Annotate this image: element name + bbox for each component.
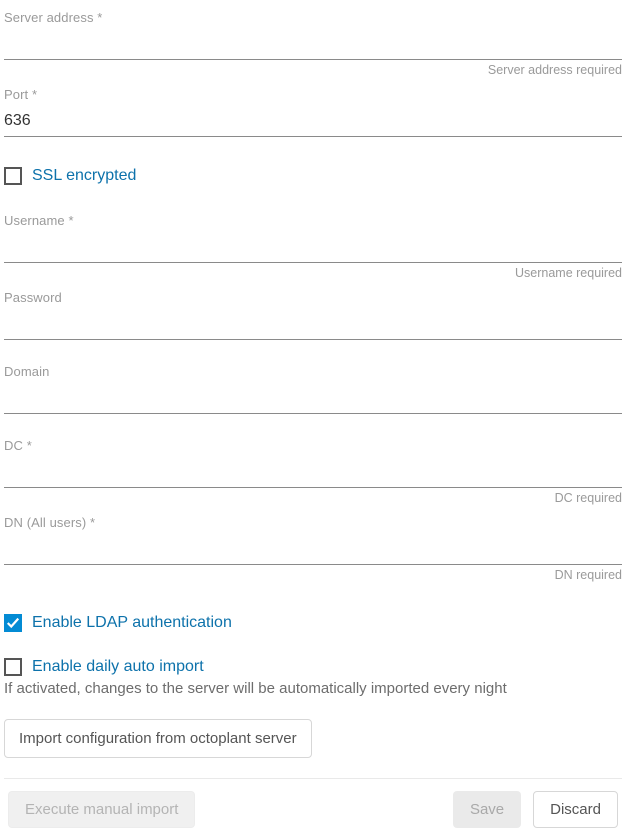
error-dn: DN required bbox=[4, 568, 622, 582]
input-server-address[interactable] bbox=[4, 29, 622, 60]
input-username[interactable] bbox=[4, 232, 622, 263]
field-server-address: Server address * Server address required bbox=[4, 10, 622, 77]
checkbox-enable-ldap[interactable] bbox=[4, 614, 22, 632]
execute-manual-import-button[interactable]: Execute manual import bbox=[8, 791, 195, 828]
row-ssl: SSL encrypted bbox=[4, 167, 622, 185]
check-icon bbox=[6, 616, 20, 630]
field-username: Username * Username required bbox=[4, 213, 622, 280]
action-row: Execute manual import Save Discard bbox=[4, 779, 622, 836]
input-domain[interactable] bbox=[4, 383, 622, 414]
label-username: Username * bbox=[4, 213, 622, 228]
label-dc: DC * bbox=[4, 438, 622, 453]
label-enable-ldap: Enable LDAP authentication bbox=[32, 614, 232, 632]
error-username: Username required bbox=[4, 266, 622, 280]
form-scroll-area[interactable]: Server address * Server address required… bbox=[0, 0, 626, 586]
field-dn: DN (All users) * DN required bbox=[4, 515, 622, 582]
save-button[interactable]: Save bbox=[453, 791, 521, 828]
hint-auto-import: If activated, changes to the server will… bbox=[4, 680, 622, 697]
label-domain: Domain bbox=[4, 364, 622, 379]
field-port: Port * bbox=[4, 87, 622, 137]
row-enable-ldap: Enable LDAP authentication bbox=[4, 614, 622, 632]
field-dc: DC * DC required bbox=[4, 438, 622, 505]
error-server-address: Server address required bbox=[4, 63, 622, 77]
label-password: Password bbox=[4, 290, 622, 305]
checkbox-enable-auto[interactable] bbox=[4, 658, 22, 676]
input-dn[interactable] bbox=[4, 534, 622, 565]
input-port[interactable] bbox=[4, 106, 622, 137]
field-password: Password bbox=[4, 290, 622, 340]
error-dc: DC required bbox=[4, 491, 622, 505]
field-domain: Domain bbox=[4, 364, 622, 414]
label-ssl: SSL encrypted bbox=[32, 167, 136, 185]
checkbox-ssl[interactable] bbox=[4, 167, 22, 185]
label-port: Port * bbox=[4, 87, 622, 102]
discard-button[interactable]: Discard bbox=[533, 791, 618, 828]
label-enable-auto: Enable daily auto import bbox=[32, 658, 204, 676]
input-password[interactable] bbox=[4, 309, 622, 340]
row-enable-auto: Enable daily auto import bbox=[4, 658, 622, 676]
import-config-button[interactable]: Import configuration from octoplant serv… bbox=[4, 719, 312, 758]
label-dn: DN (All users) * bbox=[4, 515, 622, 530]
input-dc[interactable] bbox=[4, 457, 622, 488]
label-server-address: Server address * bbox=[4, 10, 622, 25]
